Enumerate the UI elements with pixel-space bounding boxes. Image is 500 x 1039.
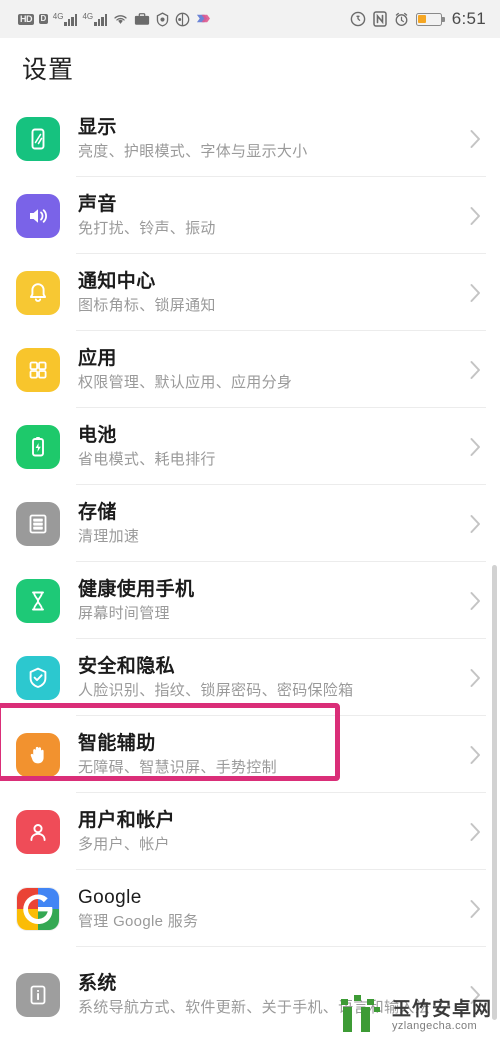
settings-item-subtitle: 免打扰、铃声、振动 [78,219,216,237]
display-icon [16,116,60,161]
settings-item-title: 声音 [78,193,117,215]
settings-item-google[interactable]: Google 管理 Google 服务 [0,870,500,947]
settings-item-title: 健康使用手机 [78,578,195,600]
phone-screen: HD D 4G 4G 6:51 设置 显示 亮度、护眼模式、字体与显示大小 声音… [0,0,500,1039]
hd-icon: HD [18,13,34,25]
chevron-right-icon [464,744,486,766]
settings-item-apps[interactable]: 应用 权限管理、默认应用、应用分身 [0,331,500,408]
settings-item-text: 智能辅助 无障碍、智慧识屏、手势控制 [78,732,464,778]
watermark: 玉竹安卓网 yzlangecha.com [340,993,492,1033]
chevron-right-icon [464,898,486,920]
sound-icon [16,193,60,238]
settings-item-subtitle: 屏幕时间管理 [78,604,170,622]
settings-item-text: 应用 权限管理、默认应用、应用分身 [78,347,464,393]
settings-item-digital-wellbeing[interactable]: 健康使用手机 屏幕时间管理 [0,562,500,639]
settings-item-subtitle: 权限管理、默认应用、应用分身 [78,373,293,391]
settings-item-title: 显示 [78,116,117,138]
hand-icon [16,732,60,777]
settings-item-title: 智能辅助 [78,732,156,754]
settings-item-title: 安全和隐私 [78,655,176,677]
page-title: 设置 [0,38,500,100]
settings-item-subtitle: 多用户、帐户 [78,835,170,853]
settings-item-text: 存储 清理加速 [78,501,464,547]
hourglass-icon [16,578,60,623]
signal-4g-icon: 4G [53,12,78,26]
settings-item-sound[interactable]: 声音 免打扰、铃声、振动 [0,177,500,254]
settings-item-notification-center[interactable]: 通知中心 图标角标、锁屏通知 [0,254,500,331]
settings-item-storage[interactable]: 存储 清理加速 [0,485,500,562]
settings-item-title: 应用 [78,347,117,369]
chevron-right-icon [464,205,486,227]
apps-grid-icon [16,347,60,392]
settings-item-title: Google [78,886,142,908]
shield-check-icon [16,655,60,700]
settings-item-subtitle: 亮度、护眼模式、字体与显示大小 [78,142,308,160]
status-bar-left-icons: HD D 4G 4G [18,11,211,27]
send-icon [195,12,211,26]
settings-item-text: Google 管理 Google 服务 [78,886,464,932]
chevron-right-icon [464,282,486,304]
settings-item-title: 通知中心 [78,270,156,292]
settings-item-title: 存储 [78,501,117,523]
settings-item-battery[interactable]: 电池 省电模式、耗电排行 [0,408,500,485]
settings-item-security-privacy[interactable]: 安全和隐私 人脸识别、指纹、锁屏密码、密码保险箱 [0,639,500,716]
volte-icon: D [39,14,48,24]
battery-icon [16,424,60,469]
chevron-right-icon [464,128,486,150]
wifi-icon [112,12,129,26]
settings-item-text: 电池 省电模式、耗电排行 [78,424,464,470]
storage-icon [16,501,60,546]
settings-item-title: 用户和帐户 [78,809,176,831]
settings-item-subtitle: 无障碍、智慧识屏、手势控制 [78,758,277,776]
chevron-right-icon [464,359,486,381]
chevron-right-icon [464,667,486,689]
signal-4g-icon-2: 4G [82,12,108,26]
bell-icon [16,270,60,315]
scrollbar[interactable] [492,565,497,1020]
status-bar: HD D 4G 4G 6:51 [0,0,500,38]
shield-icon [155,11,170,27]
status-bar-clock: 6:51 [451,9,486,28]
settings-item-text: 声音 免打扰、铃声、振动 [78,193,464,239]
settings-item-subtitle: 人脸识别、指纹、锁屏密码、密码保险箱 [78,681,354,699]
google-icon [16,886,60,931]
settings-item-text: 用户和帐户 多用户、帐户 [78,809,464,855]
alarm-icon [394,12,409,27]
settings-item-subtitle: 省电模式、耗电排行 [78,450,216,468]
briefcase-icon [134,12,150,26]
settings-item-text: 健康使用手机 屏幕时间管理 [78,578,464,624]
chevron-right-icon [464,436,486,458]
settings-item-subtitle: 管理 Google 服务 [78,912,199,930]
watermark-text: 玉竹安卓网 yzlangecha.com [392,999,492,1033]
chevron-right-icon [464,590,486,612]
settings-item-title: 电池 [78,424,117,446]
settings-item-title: 系统 [78,973,117,994]
info-icon [16,973,60,1017]
settings-item-text: 通知中心 图标角标、锁屏通知 [78,270,464,316]
settings-item-text: 显示 亮度、护眼模式、字体与显示大小 [78,116,464,162]
settings-item-users-accounts[interactable]: 用户和帐户 多用户、帐户 [0,793,500,870]
nfc-icon [372,11,387,27]
user-icon [16,809,60,854]
settings-item-subtitle: 图标角标、锁屏通知 [78,296,216,314]
chevron-right-icon [464,513,486,535]
chevron-right-icon [464,821,486,843]
settings-item-subtitle: 清理加速 [78,527,140,545]
sync-circle-icon [175,12,190,27]
data-saver-icon [350,11,366,27]
watermark-title: 玉竹安卓网 [391,999,492,1020]
battery-icon [415,12,445,26]
settings-item-smart-assistance[interactable]: 智能辅助 无障碍、智慧识屏、手势控制 [0,716,500,793]
watermark-logo-icon [340,993,387,1033]
settings-list[interactable]: 显示 亮度、护眼模式、字体与显示大小 声音 免打扰、铃声、振动 通知中心 图标角… [0,100,500,1039]
settings-item-display[interactable]: 显示 亮度、护眼模式、字体与显示大小 [0,100,500,177]
watermark-url: yzlangecha.com [391,1020,478,1032]
status-bar-right-icons: 6:51 [350,9,486,29]
settings-item-text: 安全和隐私 人脸识别、指纹、锁屏密码、密码保险箱 [78,655,464,701]
